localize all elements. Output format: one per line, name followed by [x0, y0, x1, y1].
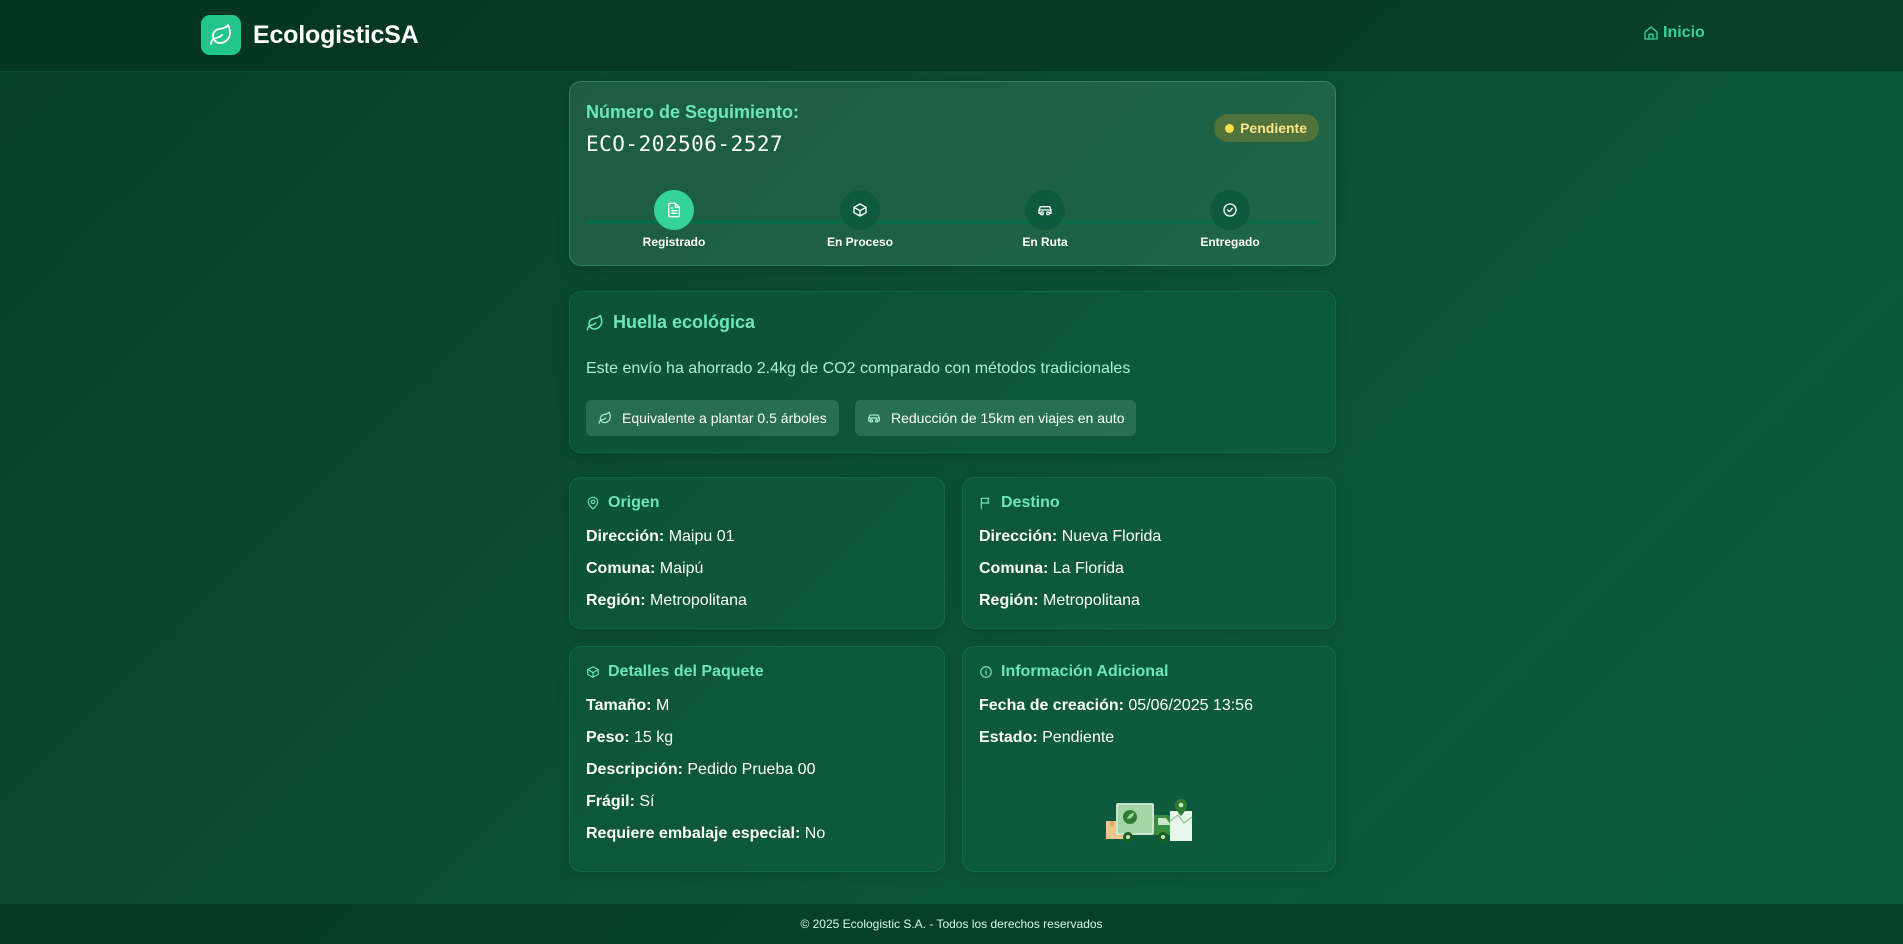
field-label: Descripción:: [586, 761, 683, 778]
field-value: Pedido Prueba 00: [687, 761, 816, 778]
field-label: Región:: [979, 592, 1039, 609]
field-value: M: [655, 697, 670, 714]
origin-comuna-row: Comuna: Maipú: [586, 560, 703, 578]
eco-title: Huella ecológica: [586, 312, 755, 333]
top-navbar: EcologisticSA Inicio: [0, 0, 1903, 72]
eco-chip-label: Reducción de 15km en viajes en auto: [891, 410, 1125, 426]
tracking-number: ECO-202506-2527: [586, 132, 784, 156]
eco-message: Este envío ha ahorrado 2.4kg de CO2 comp…: [586, 360, 1131, 377]
field-value: La Florida: [1052, 560, 1124, 577]
field-label: Frágil:: [586, 793, 635, 810]
flag-icon: [980, 497, 990, 510]
step-en-ruta: En Ruta: [990, 190, 1100, 249]
eco-chip-label: Equivalente a plantar 0.5 árboles: [622, 410, 827, 426]
destination-card: Destino Dirección: Nueva Florida Comuna:…: [962, 477, 1336, 629]
step-label: Registrado: [642, 235, 706, 249]
box-icon: [587, 666, 599, 678]
destination-comuna-row: Comuna: La Florida: [979, 560, 1124, 578]
eco-chip-km: Reducción de 15km en viajes en auto: [855, 400, 1137, 436]
nav-home-label: Inicio: [1663, 24, 1705, 41]
destination-address-row: Dirección: Nueva Florida: [979, 528, 1161, 546]
leaf-icon: [598, 411, 611, 424]
field-label: Comuna:: [586, 560, 656, 577]
status-badge: Pendiente: [1214, 114, 1319, 142]
field-value: Pendiente: [1042, 729, 1115, 746]
field-label: Requiere embalaje especial:: [586, 825, 801, 842]
step-entregado: Entregado: [1175, 190, 1285, 249]
nav-home-link[interactable]: Inicio: [1643, 24, 1705, 42]
field-label: Comuna:: [979, 560, 1049, 577]
footer-text: © 2025 Ecologistic S.A. - Todos los dere…: [800, 917, 1103, 931]
step-registrado: Registrado: [619, 190, 729, 249]
info-icon: [980, 666, 992, 678]
document-icon: [654, 190, 694, 230]
brand-name: EcologisticSA: [253, 20, 419, 49]
destination-title: Destino: [979, 494, 1060, 512]
box-icon: [840, 190, 880, 230]
origin-title-text: Origen: [608, 494, 660, 511]
creation-date-row: Fecha de creación: 05/06/2025 13:56: [979, 697, 1253, 715]
tracking-label: Número de Seguimiento:: [586, 102, 800, 122]
origin-title: Origen: [586, 494, 660, 512]
field-value: No: [804, 825, 826, 842]
field-value: Sí: [639, 793, 655, 810]
field-label: Dirección:: [979, 528, 1058, 545]
step-label: En Proceso: [826, 235, 894, 249]
destination-region-row: Región: Metropolitana: [979, 592, 1140, 610]
field-value: 15 kg: [634, 729, 674, 746]
package-title: Detalles del Paquete: [586, 663, 764, 681]
additional-info-card: Información Adicional Fecha de creación:…: [962, 646, 1336, 872]
package-fragile-row: Frágil: Sí: [586, 793, 654, 811]
destination-title-text: Destino: [1001, 494, 1060, 511]
package-packing-row: Requiere embalaje especial: No: [586, 825, 825, 843]
field-value: Metropolitana: [650, 592, 747, 609]
field-value: Maipú: [659, 560, 704, 577]
package-size-row: Tamaño: M: [586, 697, 669, 715]
step-label: En Ruta: [1022, 235, 1068, 249]
tracking-card: Número de Seguimiento: ECO-202506-2527 P…: [569, 81, 1336, 266]
field-value: Nueva Florida: [1061, 528, 1162, 545]
car-icon: [868, 414, 880, 423]
footer: © 2025 Ecologistic S.A. - Todos los dere…: [0, 904, 1903, 944]
origin-card: Origen Dirección: Maipu 01 Comuna: Maipú…: [569, 477, 945, 629]
package-title-text: Detalles del Paquete: [608, 663, 764, 680]
map-pin-icon: [587, 496, 599, 510]
field-label: Región:: [586, 592, 646, 609]
origin-region-row: Región: Metropolitana: [586, 592, 747, 610]
delivery-truck-illustration: [1106, 799, 1193, 842]
field-value: Maipu 01: [668, 528, 735, 545]
package-details-card: Detalles del Paquete Tamaño: M Peso: 15 …: [569, 646, 945, 872]
origin-address-row: Dirección: Maipu 01: [586, 528, 735, 546]
additional-info-title-text: Información Adicional: [1001, 663, 1169, 680]
car-icon: [1025, 190, 1065, 230]
leaf-icon: [586, 314, 603, 330]
package-description-row: Descripción: Pedido Prueba 00: [586, 761, 815, 779]
state-row: Estado: Pendiente: [979, 729, 1114, 747]
field-label: Tamaño:: [586, 697, 652, 714]
additional-info-title: Información Adicional: [979, 663, 1168, 681]
step-en-proceso: En Proceso: [805, 190, 915, 249]
status-badge-label: Pendiente: [1240, 120, 1307, 136]
field-label: Dirección:: [586, 528, 665, 545]
eco-title-text: Huella ecológica: [613, 312, 756, 332]
check-circle-icon: [1210, 190, 1250, 230]
field-label: Fecha de creación:: [979, 697, 1124, 714]
package-weight-row: Peso: 15 kg: [586, 729, 673, 747]
eco-chip-trees: Equivalente a plantar 0.5 árboles: [586, 400, 839, 436]
home-icon: [1644, 26, 1658, 40]
leaf-icon: [201, 15, 241, 55]
status-dot: [1225, 123, 1235, 133]
field-value: Metropolitana: [1043, 592, 1140, 609]
eco-footprint-card: Huella ecológica Este envío ha ahorrado …: [569, 291, 1336, 453]
step-label: Entregado: [1200, 235, 1260, 249]
field-label: Peso:: [586, 729, 630, 746]
brand[interactable]: EcologisticSA: [201, 15, 419, 55]
field-value: 05/06/2025 13:56: [1128, 697, 1253, 714]
field-label: Estado:: [979, 729, 1038, 746]
